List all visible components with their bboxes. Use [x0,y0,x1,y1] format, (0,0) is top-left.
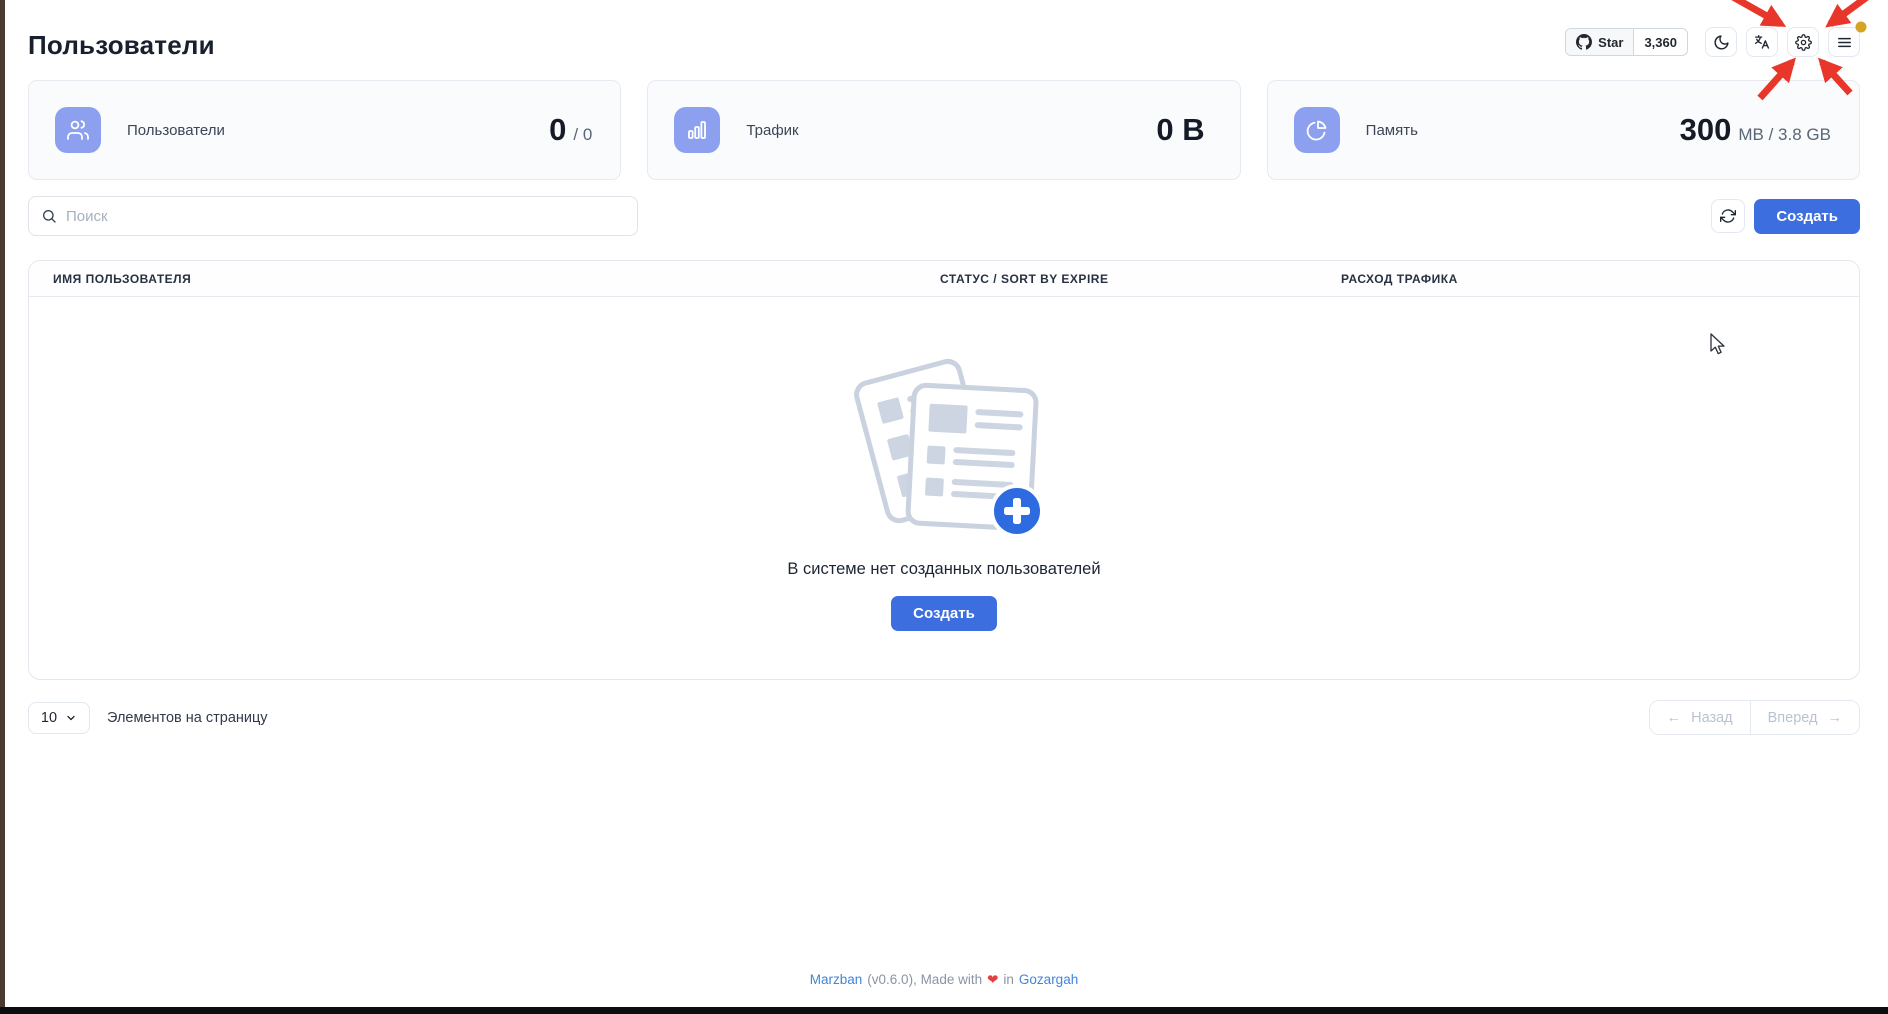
column-username[interactable]: ИМЯ ПОЛЬЗОВАТЕЛЯ [29,272,940,286]
heart-icon: ❤ [987,972,998,988]
stat-card-traffic: Трафик 0 B [647,80,1240,180]
users-table: ИМЯ ПОЛЬЗОВАТЕЛЯ СТАТУС / SORT BY EXPIRE… [28,260,1860,680]
table-empty-state: В системе нет созданных пользователей Со… [29,297,1859,680]
stat-value: 300 MB / 3.8 GB [1680,112,1831,148]
empty-documents-illustration [839,348,1049,548]
stat-value: 0 / 0 [549,112,592,148]
footer-in: in [1003,972,1014,988]
per-page-value: 10 [41,710,57,726]
chart-icon [674,107,720,153]
search-box[interactable] [28,196,638,236]
menu-button[interactable] [1828,27,1860,57]
toolbar: Создать [28,196,1860,236]
chevron-down-icon [65,712,77,724]
search-icon [41,208,57,224]
translate-icon [1753,33,1771,51]
window-left-edge [0,0,5,1014]
table-header-row: ИМЯ ПОЛЬЗОВАТЕЛЯ СТАТУС / SORT BY EXPIRE… [29,261,1859,297]
gear-icon [1795,34,1812,51]
topbar-controls: Star 3,360 [1565,27,1860,57]
pager: ← Назад Вперед → [1649,700,1860,735]
stats-row: Пользователи 0 / 0 Трафик 0 B Память 300 [28,80,1860,180]
column-traffic-usage[interactable]: РАСХОД ТРАФИКА [1341,272,1859,286]
stat-label: Трафик [746,122,798,139]
gozargah-link[interactable]: Gozargah [1019,972,1078,988]
users-icon [55,107,101,153]
github-star-count[interactable]: 3,360 [1634,29,1687,55]
prev-page-button[interactable]: ← Назад [1650,701,1750,734]
footer: Marzban (v0.6.0), Made with ❤ in Gozarga… [0,972,1888,988]
hamburger-icon [1836,34,1853,51]
pagination-row: 10 Элементов на страницу ← Назад Вперед … [28,700,1860,735]
github-star-label: Star [1598,35,1623,50]
search-input[interactable] [66,208,625,225]
create-user-button[interactable]: Создать [1754,199,1860,234]
footer-text: (v0.6.0), Made with [867,972,982,988]
per-page-select[interactable]: 10 [28,702,90,734]
left-arrow-icon: ← [1667,710,1682,726]
stat-card-memory: Память 300 MB / 3.8 GB [1267,80,1860,180]
next-page-button[interactable]: Вперед → [1750,701,1859,734]
stat-card-users: Пользователи 0 / 0 [28,80,621,180]
stat-value: 0 B [1156,112,1211,148]
github-star-button[interactable]: Star [1566,29,1634,55]
plus-circle-icon [992,486,1042,536]
marzban-link[interactable]: Marzban [810,972,863,988]
memory-icon [1294,107,1340,153]
page-title: Пользователи [28,30,215,61]
settings-button[interactable] [1787,27,1819,57]
moon-icon [1713,34,1730,51]
column-status-sort-expire[interactable]: СТАТУС / SORT BY EXPIRE [940,272,1341,286]
window-bottom-edge [0,1007,1888,1014]
refresh-button[interactable] [1711,199,1745,233]
toolbar-right: Создать [1711,199,1860,234]
right-arrow-icon: → [1828,710,1843,726]
language-button[interactable] [1746,27,1778,57]
empty-state-create-button[interactable]: Создать [891,596,997,631]
dark-mode-button[interactable] [1705,27,1737,57]
per-page-label: Элементов на страницу [107,710,268,726]
github-icon [1576,34,1592,50]
github-star-widget[interactable]: Star 3,360 [1565,28,1688,56]
stat-label: Память [1366,122,1418,139]
refresh-icon [1720,208,1736,224]
empty-state-message: В системе нет созданных пользователей [787,560,1100,579]
stat-label: Пользователи [127,122,225,139]
